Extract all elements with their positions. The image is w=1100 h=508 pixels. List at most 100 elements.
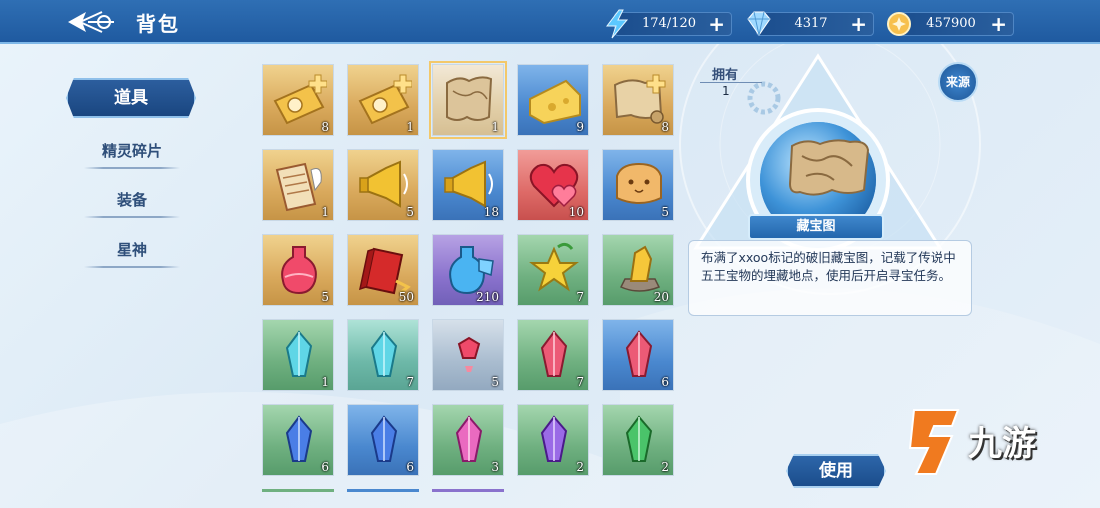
gold-value: 457900 (926, 16, 976, 31)
inventory-slot[interactable]: 6 (347, 404, 419, 476)
inventory-slot[interactable]: 7 (517, 234, 589, 306)
inventory-slot[interactable]: 50 (347, 234, 419, 306)
inventory-slot[interactable]: 3 (432, 404, 504, 476)
item-count: 3 (491, 460, 499, 474)
inventory-slot[interactable]: 1 (429, 61, 507, 139)
tab-label: 装备 (116, 191, 147, 209)
page-title: 背包 (136, 12, 180, 36)
item-count: 6 (406, 460, 414, 474)
next-row-edge (347, 489, 419, 492)
item-count: 2 (576, 460, 584, 474)
stamina-counter: 174/120 + (606, 9, 732, 39)
item-count: 8 (321, 120, 329, 134)
pink-crystal-icon (455, 415, 483, 462)
ticket-icon (358, 74, 412, 125)
ticket-icon (273, 74, 327, 125)
back-arrow-icon[interactable] (62, 6, 122, 38)
blue-potion-icon (449, 246, 494, 295)
item-count: 210 (476, 290, 499, 304)
item-count: 10 (568, 205, 584, 219)
diamond-counter: 4317 + (747, 11, 874, 36)
item-count: 1 (321, 375, 329, 389)
item-count: 5 (406, 205, 414, 219)
tab-label: 精灵碎片 (101, 142, 162, 160)
item-name: 藏宝图 (748, 214, 884, 240)
diamond-value: 4317 (794, 16, 828, 31)
inventory-slot[interactable]: 1 (262, 149, 334, 221)
next-row-edge (262, 489, 334, 492)
red-crystal-icon (625, 330, 653, 377)
red-book-icon (358, 247, 411, 295)
item-count: 8 (661, 120, 669, 134)
inventory-slot[interactable]: 1 (347, 64, 419, 136)
gold-plus-button[interactable]: + (990, 13, 1007, 35)
inventory-slot[interactable]: 6 (262, 404, 334, 476)
item-count: 18 (483, 205, 499, 219)
red-crystal-icon (540, 330, 568, 377)
inventory-slot[interactable]: 7 (347, 319, 419, 391)
stamina-value: 174/120 (641, 16, 696, 31)
megaphone-icon (359, 160, 408, 208)
item-count: 20 (653, 290, 669, 304)
inventory-slot[interactable]: 18 (432, 149, 504, 221)
stamina-plus-button[interactable]: + (708, 13, 725, 35)
source-button[interactable]: 来源 (938, 62, 978, 102)
red-gem-icon (457, 336, 481, 372)
item-count: 6 (661, 375, 669, 389)
diamond-icon (747, 11, 771, 36)
tab-star-gods[interactable]: 星神 (84, 239, 180, 268)
item-count: 2 (661, 460, 669, 474)
inventory-slot[interactable]: 8 (262, 64, 334, 136)
inventory-slot[interactable]: 7 (517, 319, 589, 391)
inventory-slot[interactable]: 5 (262, 234, 334, 306)
inventory-slot[interactable]: 2 (602, 404, 674, 476)
inventory-slot[interactable]: 6 (602, 319, 674, 391)
inventory-slot[interactable]: 210 (432, 234, 504, 306)
divider (84, 266, 180, 268)
inventory-slot[interactable]: 5 (347, 149, 419, 221)
use-button[interactable]: 使用 (786, 454, 886, 488)
own-label: 拥有 (712, 68, 739, 83)
crystal-rock-icon (619, 245, 661, 292)
inventory-slot[interactable]: 9 (517, 64, 589, 136)
item-count: 5 (491, 375, 499, 389)
blue-crystal-icon (370, 415, 398, 462)
watermark-text: 九游 (968, 424, 1036, 464)
divider (84, 167, 180, 169)
item-count: 6 (321, 460, 329, 474)
purple-crystal-icon (540, 415, 568, 462)
item-count: 5 (321, 290, 329, 304)
item-description: 布满了xxoo标记的破旧藏宝图，记载了传说中五王宝物的埋藏地点，使用后开启寻宝任… (688, 240, 972, 316)
item-count: 7 (576, 290, 584, 304)
next-row-edge (432, 489, 504, 492)
inventory-slot[interactable]: 8 (602, 64, 674, 136)
item-count: 7 (576, 375, 584, 389)
tab-spirit-fragments[interactable]: 精灵碎片 (84, 140, 180, 169)
divider (84, 216, 180, 218)
tab-label: 星神 (116, 241, 147, 259)
diamond-plus-button[interactable]: + (850, 13, 867, 35)
inventory-slot[interactable]: 5 (432, 319, 504, 391)
own-value: 1 (722, 84, 730, 98)
scroll-quill-icon (275, 162, 322, 212)
inventory-slot[interactable]: 1 (262, 319, 334, 391)
treasure-map-icon (446, 76, 493, 121)
coin-icon (887, 12, 911, 36)
inventory-slot[interactable]: 20 (602, 234, 674, 306)
item-count: 9 (576, 120, 584, 134)
tab-equipment[interactable]: 装备 (84, 189, 180, 218)
gold-counter: 457900 + (887, 12, 1014, 36)
green-crystal-icon (625, 415, 653, 462)
inventory-slot[interactable]: 5 (602, 149, 674, 221)
divider (700, 82, 762, 83)
tab-items[interactable]: 道具 (66, 78, 196, 118)
map-scroll-icon (613, 74, 666, 124)
inventory-slot[interactable]: 10 (517, 149, 589, 221)
star-fruit-icon (529, 242, 579, 292)
item-count: 1 (491, 120, 499, 134)
bread-icon (616, 162, 662, 204)
item-count: 7 (406, 375, 414, 389)
inventory-slot[interactable]: 2 (517, 404, 589, 476)
treasure-map-icon (788, 139, 870, 196)
potion-icon (281, 246, 317, 295)
